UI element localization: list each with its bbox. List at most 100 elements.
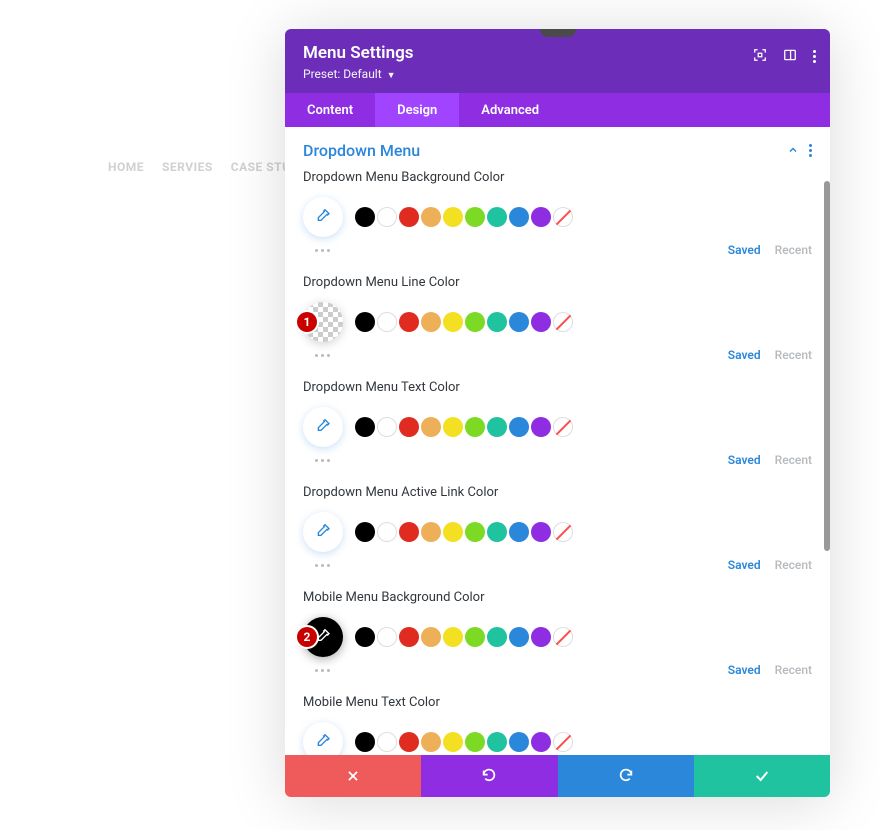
- color-swatch[interactable]: [377, 417, 397, 437]
- color-swatch[interactable]: [443, 417, 463, 437]
- color-swatch-none[interactable]: [553, 207, 573, 227]
- color-swatch[interactable]: [421, 417, 441, 437]
- expand-icon[interactable]: [753, 47, 767, 66]
- recent-tab[interactable]: Recent: [775, 348, 812, 362]
- color-swatch[interactable]: [421, 732, 441, 752]
- more-options-icon[interactable]: [315, 459, 330, 462]
- color-swatch[interactable]: [377, 312, 397, 332]
- preset-selector[interactable]: Preset: Default ▼: [303, 67, 812, 81]
- color-swatch[interactable]: [465, 522, 485, 542]
- color-swatch[interactable]: [399, 417, 419, 437]
- option-label: Mobile Menu Text Color: [303, 695, 812, 710]
- recent-tab[interactable]: Recent: [775, 663, 812, 677]
- saved-tab[interactable]: Saved: [728, 663, 761, 677]
- color-swatch[interactable]: [487, 522, 507, 542]
- color-swatch[interactable]: [531, 522, 551, 542]
- recent-tab[interactable]: Recent: [775, 558, 812, 572]
- color-swatch[interactable]: [399, 627, 419, 647]
- color-swatch[interactable]: [377, 732, 397, 752]
- cancel-button[interactable]: [285, 755, 421, 797]
- saved-tab[interactable]: Saved: [728, 453, 761, 467]
- color-swatch[interactable]: [443, 732, 463, 752]
- color-swatch[interactable]: [531, 312, 551, 332]
- tab-advanced[interactable]: Advanced: [459, 93, 561, 127]
- modal-drag-handle[interactable]: [540, 29, 576, 37]
- color-swatch[interactable]: [443, 522, 463, 542]
- more-options-icon[interactable]: [315, 249, 330, 252]
- color-swatch[interactable]: [487, 207, 507, 227]
- color-swatch[interactable]: [421, 312, 441, 332]
- settings-modal: Menu Settings Preset: Default ▼ Content …: [285, 29, 830, 797]
- color-swatch[interactable]: [509, 522, 529, 542]
- color-swatch[interactable]: [531, 732, 551, 752]
- color-swatch[interactable]: [509, 732, 529, 752]
- recent-tab[interactable]: Recent: [775, 243, 812, 257]
- color-swatch[interactable]: [355, 627, 375, 647]
- color-swatch[interactable]: [377, 522, 397, 542]
- color-swatch[interactable]: [399, 312, 419, 332]
- color-swatch[interactable]: [421, 522, 441, 542]
- section-header-dropdown-menu[interactable]: Dropdown Menu: [303, 141, 812, 160]
- color-swatch[interactable]: [509, 312, 529, 332]
- color-swatch[interactable]: [465, 312, 485, 332]
- scrollbar-thumb[interactable]: [824, 181, 830, 551]
- color-picker-button[interactable]: [303, 722, 343, 755]
- color-swatch-none[interactable]: [553, 522, 573, 542]
- more-options-icon[interactable]: [315, 564, 330, 567]
- close-icon: [346, 769, 360, 783]
- saved-tab[interactable]: Saved: [728, 243, 761, 257]
- color-swatch[interactable]: [421, 627, 441, 647]
- recent-tab[interactable]: Recent: [775, 453, 812, 467]
- redo-button[interactable]: [558, 755, 694, 797]
- color-swatch[interactable]: [421, 207, 441, 227]
- color-swatch[interactable]: [465, 627, 485, 647]
- color-picker-button[interactable]: [303, 197, 343, 237]
- saved-tab[interactable]: Saved: [728, 348, 761, 362]
- panel-icon[interactable]: [783, 47, 797, 66]
- color-swatch[interactable]: [355, 417, 375, 437]
- kebab-menu-icon[interactable]: [813, 50, 816, 63]
- color-swatch[interactable]: [443, 207, 463, 227]
- color-swatch[interactable]: [399, 207, 419, 227]
- color-swatch[interactable]: [487, 417, 507, 437]
- color-swatch[interactable]: [443, 312, 463, 332]
- color-swatch[interactable]: [531, 417, 551, 437]
- more-options-icon[interactable]: [315, 354, 330, 357]
- tab-content[interactable]: Content: [285, 93, 375, 127]
- color-swatch[interactable]: [487, 732, 507, 752]
- color-swatch-none[interactable]: [553, 627, 573, 647]
- section-kebab-icon[interactable]: [809, 144, 812, 157]
- color-swatch[interactable]: [465, 732, 485, 752]
- undo-button[interactable]: [421, 755, 557, 797]
- color-swatch[interactable]: [509, 207, 529, 227]
- tab-design[interactable]: Design: [375, 93, 459, 127]
- color-swatch[interactable]: [377, 207, 397, 227]
- color-swatch[interactable]: [399, 732, 419, 752]
- color-swatch[interactable]: [487, 627, 507, 647]
- color-swatch[interactable]: [465, 207, 485, 227]
- color-option: Mobile Menu Text ColorSavedRecent: [303, 695, 812, 755]
- color-swatch-none[interactable]: [553, 417, 573, 437]
- color-swatch[interactable]: [465, 417, 485, 437]
- color-picker-button[interactable]: [303, 512, 343, 552]
- color-swatch[interactable]: [355, 732, 375, 752]
- color-swatch[interactable]: [509, 417, 529, 437]
- color-swatch[interactable]: [443, 627, 463, 647]
- color-swatch[interactable]: [355, 312, 375, 332]
- more-options-icon[interactable]: [315, 669, 330, 672]
- color-swatch[interactable]: [487, 312, 507, 332]
- color-swatch[interactable]: [399, 522, 419, 542]
- color-swatch[interactable]: [355, 207, 375, 227]
- color-swatch[interactable]: [355, 522, 375, 542]
- color-picker-button[interactable]: [303, 407, 343, 447]
- color-swatch-none[interactable]: [553, 312, 573, 332]
- chevron-up-icon[interactable]: [787, 141, 799, 160]
- color-swatch-none[interactable]: [553, 732, 573, 752]
- saved-tab[interactable]: Saved: [728, 558, 761, 572]
- section-title: Dropdown Menu: [303, 141, 420, 160]
- color-swatch[interactable]: [377, 627, 397, 647]
- save-button[interactable]: [694, 755, 830, 797]
- color-swatch[interactable]: [531, 627, 551, 647]
- color-swatch[interactable]: [531, 207, 551, 227]
- color-swatch[interactable]: [509, 627, 529, 647]
